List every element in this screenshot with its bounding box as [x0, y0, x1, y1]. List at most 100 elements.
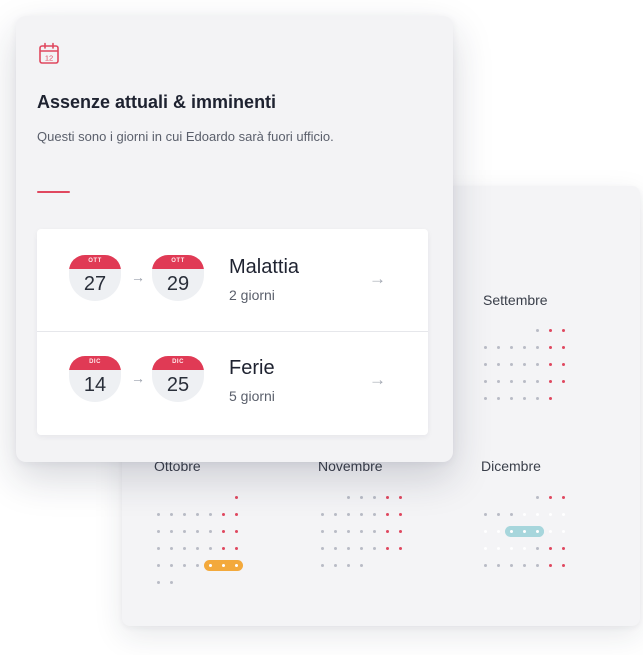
calendar-day-dot	[523, 346, 526, 349]
calendar-day-dot	[497, 564, 500, 567]
calendar-day-dot	[523, 547, 526, 550]
calendar-day-dot	[510, 363, 513, 366]
accent-divider	[37, 191, 70, 193]
calendar-day-dot	[497, 346, 500, 349]
calendar-day-dot	[484, 397, 487, 400]
calendar-day-dot	[373, 530, 376, 533]
calendar-day-dot	[536, 547, 539, 550]
calendar-day-dot	[157, 513, 160, 516]
end-date-badge: DIC 25	[152, 356, 204, 402]
calendar-day-dot	[170, 564, 173, 567]
calendar-day-dot	[334, 513, 337, 516]
absence-list: OTT 27 → OTT 29 Malattia 2 giorni → DIC …	[37, 229, 428, 435]
calendar-day-dot	[373, 496, 376, 499]
calendar-day-dot	[196, 564, 199, 567]
calendar-day-dot	[321, 513, 324, 516]
calendar-day-dot	[536, 397, 539, 400]
calendar-day-dot	[157, 530, 160, 533]
absence-duration: 5 giorni	[229, 388, 275, 404]
absence-type: Ferie	[229, 357, 275, 379]
calendar-day-dot	[484, 346, 487, 349]
calendar-day-dot	[196, 547, 199, 550]
calendar-day-dot	[334, 530, 337, 533]
calendar-day-dot	[510, 564, 513, 567]
calendar-day-dot	[334, 547, 337, 550]
calendar-day-dot	[157, 564, 160, 567]
calendar-day-dot	[549, 496, 552, 499]
absence-highlight-bar	[518, 526, 544, 537]
calendar-day-dot	[399, 547, 402, 550]
calendar-day-dot	[196, 530, 199, 533]
calendar-day-dot	[209, 513, 212, 516]
calendar-day-dot	[523, 513, 526, 516]
calendar-day-dot	[536, 329, 539, 332]
calendar-day-dot	[510, 513, 513, 516]
calendar-day-dot	[549, 329, 552, 332]
start-date-badge: DIC 14	[69, 356, 121, 402]
absence-type: Malattia	[229, 256, 300, 278]
calendar-day-dot	[347, 530, 350, 533]
calendar-day-dot	[510, 346, 513, 349]
calendar-day-dot	[484, 530, 487, 533]
absence-row-ferie[interactable]: DIC 14 → DIC 25 Ferie 5 giorni →	[37, 332, 428, 434]
calendar-day-dot	[347, 496, 350, 499]
calendar-day-dot	[170, 547, 173, 550]
arrow-right-icon[interactable]: →	[369, 269, 386, 289]
calendar-day-dot	[549, 513, 552, 516]
calendar-day-dot	[170, 513, 173, 516]
calendar-day-dot	[222, 547, 225, 550]
calendar-day-dot	[235, 564, 238, 567]
calendar-day-dot	[360, 564, 363, 567]
calendar-day-dot	[347, 547, 350, 550]
calendar-day-dot	[222, 513, 225, 516]
calendar-day-dot	[347, 564, 350, 567]
arrow-right-icon[interactable]: →	[369, 370, 386, 390]
month-label-dicembre: Dicembre	[481, 458, 541, 474]
calendar-day-dot	[536, 496, 539, 499]
calendar-day-dot	[562, 496, 565, 499]
calendar-day-dot	[321, 564, 324, 567]
calendar-day-dot	[222, 530, 225, 533]
calendar-day-dot	[497, 530, 500, 533]
calendar-day-dot	[321, 547, 324, 550]
calendar-day-dot	[523, 380, 526, 383]
calendar-day-dot	[549, 380, 552, 383]
calendar-day-dot	[183, 530, 186, 533]
calendar-day-dot	[549, 346, 552, 349]
absence-row-malattia[interactable]: OTT 27 → OTT 29 Malattia 2 giorni →	[37, 229, 428, 332]
calendar-day-dot	[170, 581, 173, 584]
calendar-day-dot	[360, 530, 363, 533]
calendar-day-dot	[523, 564, 526, 567]
calendar-day-dot	[562, 547, 565, 550]
calendar-day-dot	[549, 363, 552, 366]
calendar-day-dot	[484, 513, 487, 516]
calendar-day-dot	[536, 380, 539, 383]
calendar-day-dot	[386, 547, 389, 550]
calendar-day-dot	[386, 496, 389, 499]
calendar-day-dot	[209, 547, 212, 550]
end-date-badge: OTT 29	[152, 255, 204, 301]
card-title: Assenze attuali & imminenti	[37, 92, 277, 112]
calendar-day-dot	[484, 547, 487, 550]
calendar-day-dot	[235, 513, 238, 516]
calendar-day-dot	[562, 513, 565, 516]
absence-duration: 2 giorni	[229, 287, 275, 303]
calendar-day-dot	[386, 530, 389, 533]
calendar-day-dot	[360, 496, 363, 499]
month-label-settembre: Settembre	[483, 292, 548, 308]
calendar-day-dot	[347, 513, 350, 516]
calendar-day-dot	[562, 564, 565, 567]
calendar-day-dot	[510, 380, 513, 383]
calendar-day-dot	[497, 380, 500, 383]
calendar-day-dot	[373, 513, 376, 516]
calendar-day-dot	[334, 564, 337, 567]
calendar-day-dot	[562, 346, 565, 349]
calendar-day-dot	[157, 581, 160, 584]
calendar-day-dot	[549, 564, 552, 567]
calendar-day-dot	[170, 530, 173, 533]
calendar-day-dot	[484, 363, 487, 366]
calendar-day-dot	[209, 530, 212, 533]
calendar-day-dot	[209, 564, 212, 567]
calendar-day-dot	[562, 329, 565, 332]
calendar-day-dot	[235, 496, 238, 499]
